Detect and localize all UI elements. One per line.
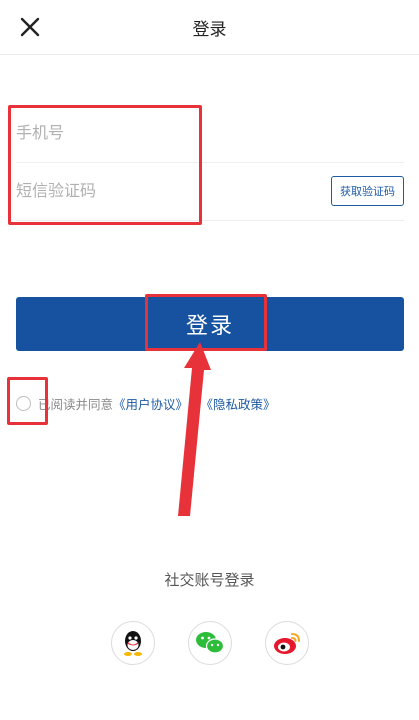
social-login-title: 社交账号登录 <box>164 571 255 589</box>
wechat-icon <box>196 632 225 654</box>
qq-icon <box>124 631 142 656</box>
qq-login-button[interactable] <box>111 621 155 665</box>
weibo-login-button[interactable] <box>265 621 309 665</box>
annotation-arrow-icon <box>178 342 211 516</box>
wechat-login-button[interactable] <box>188 621 232 665</box>
weibo-icon <box>274 633 300 654</box>
